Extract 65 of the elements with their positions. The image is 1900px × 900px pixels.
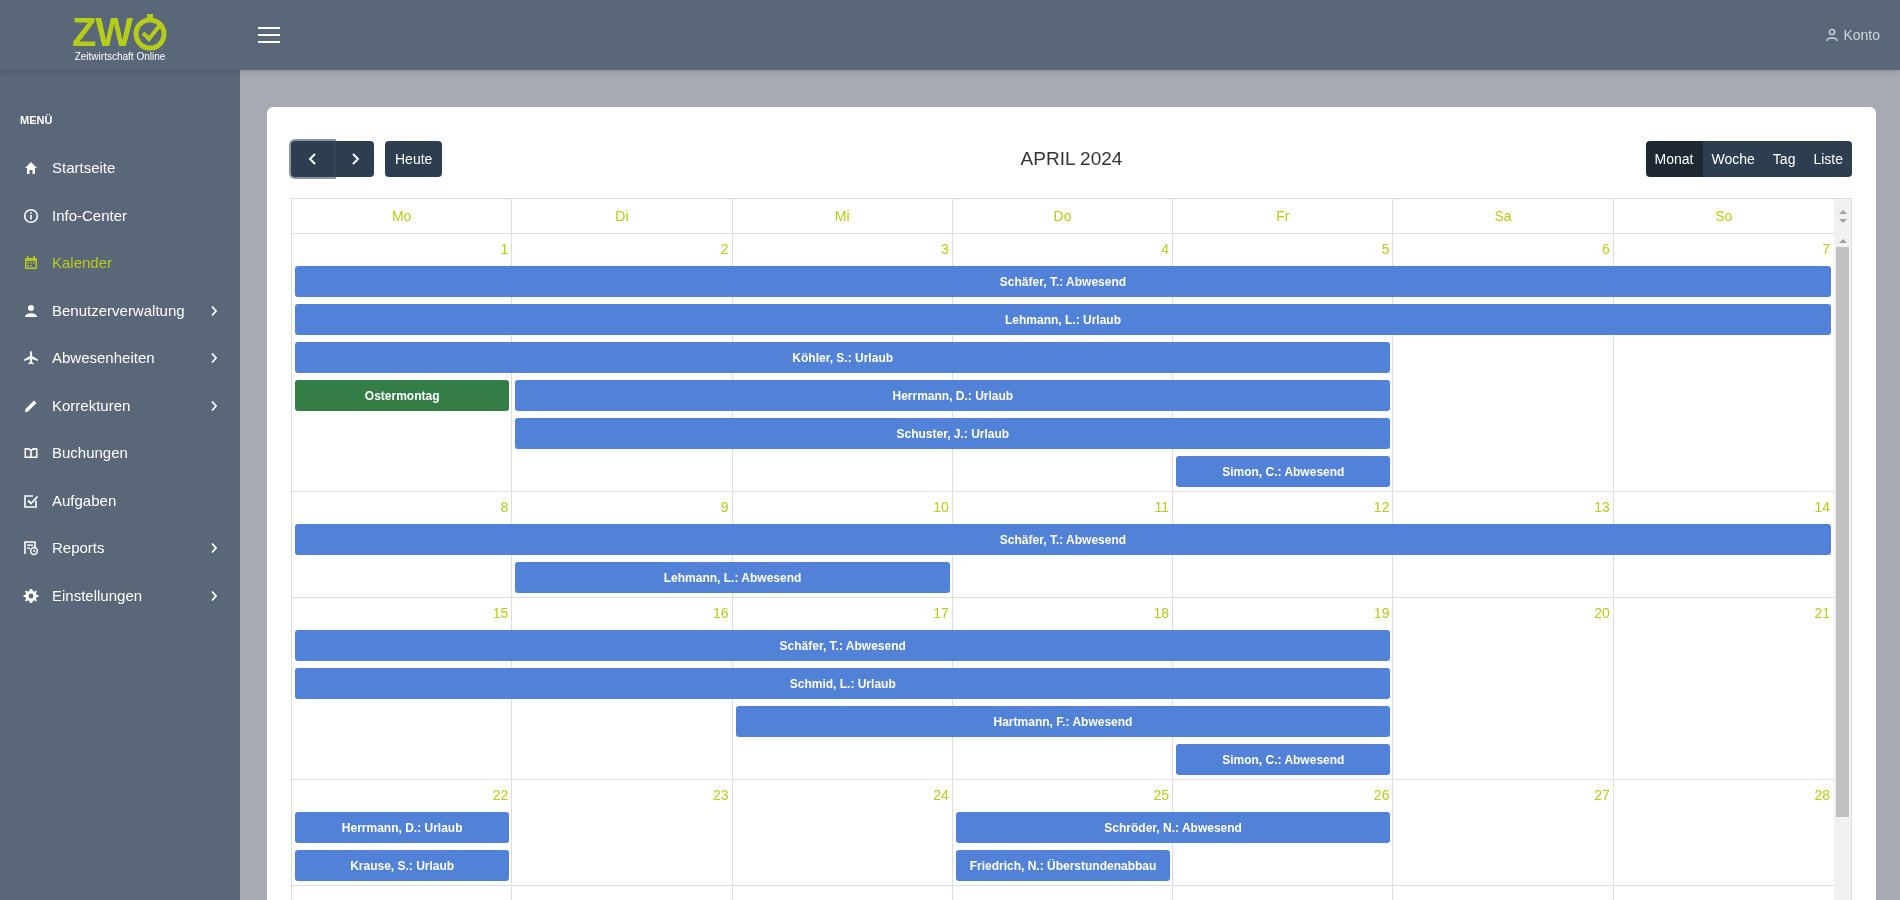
- sidebar-item[interactable]: Korrekturen: [0, 382, 240, 430]
- event-bar[interactable]: Hartmann, F.: Abwesend: [735, 706, 1391, 737]
- chevron-right-icon: [210, 352, 218, 365]
- sidebar-item[interactable]: Buchungen: [0, 429, 240, 477]
- sidebar-item[interactable]: Benutzerverwaltung: [0, 287, 240, 335]
- account-link[interactable]: Konto: [1843, 24, 1880, 46]
- calendar-icon: [23, 255, 39, 272]
- sidebar-item[interactable]: Reports: [0, 524, 240, 572]
- logo-subtitle: Zeitwirtschaft Online: [74, 52, 166, 62]
- event-bar[interactable]: Schäfer, T.: Abwesend: [295, 524, 1831, 555]
- info-icon: [23, 207, 39, 224]
- weekday-header: So: [1715, 206, 1733, 226]
- menu-icon[interactable]: [258, 27, 280, 43]
- clock-check-icon: [132, 13, 169, 51]
- scrollbar[interactable]: [1834, 199, 1851, 900]
- event-bar[interactable]: Schäfer, T.: Abwesend: [295, 630, 1391, 661]
- home-icon: [23, 160, 39, 177]
- weekday-header: Di: [615, 206, 629, 226]
- airplane-icon: [23, 350, 39, 367]
- weekday-header: Fr: [1276, 206, 1290, 226]
- user-icon: [23, 302, 39, 319]
- chevron-right-icon: [210, 399, 218, 412]
- weekday-header: Sa: [1494, 206, 1512, 226]
- logo-text: ZW: [71, 12, 133, 52]
- settings-icon: [23, 587, 39, 604]
- chevron-right-icon: [210, 542, 218, 555]
- view-tab[interactable]: Liste: [1804, 141, 1852, 177]
- menu-heading: MENÜ: [19, 113, 54, 128]
- event-bar[interactable]: Herrmann, D.: Urlaub: [295, 812, 510, 843]
- chevron-left-icon: [307, 152, 318, 166]
- chevron-right-icon: [210, 589, 218, 602]
- event-bar[interactable]: Köhler, S.: Urlaub: [295, 342, 1391, 373]
- chevron-right-icon: [210, 304, 218, 317]
- sidebar-item[interactable]: Abwesenheiten: [0, 334, 240, 382]
- view-tab[interactable]: Monat: [1645, 141, 1703, 177]
- weekday-header: Mo: [391, 206, 412, 226]
- event-bar[interactable]: Simon, C.: Abwesend: [1176, 744, 1391, 775]
- weekday-header: Do: [1053, 206, 1072, 226]
- chevron-right-icon: [349, 152, 360, 166]
- report-icon: [23, 540, 39, 557]
- previous-button[interactable]: [291, 141, 334, 177]
- event-bar[interactable]: Krause, S.: Urlaub: [295, 850, 510, 881]
- sidebar-item[interactable]: Info-Center: [0, 192, 240, 240]
- event-bar[interactable]: Ostermontag: [295, 380, 510, 411]
- month-title: APRIL 2024: [1020, 146, 1123, 171]
- sidebar-item[interactable]: Kalender: [0, 239, 240, 287]
- next-button[interactable]: [334, 141, 374, 177]
- event-bar[interactable]: Simon, C.: Abwesend: [1176, 456, 1391, 487]
- view-tab[interactable]: Tag: [1763, 141, 1805, 177]
- today-button[interactable]: Heute: [385, 141, 443, 177]
- event-bar[interactable]: Friedrich, N.: Überstundenabbau: [955, 850, 1171, 881]
- event-bar[interactable]: Herrmann, D.: Urlaub: [515, 380, 1391, 411]
- sidebar-item[interactable]: Aufgaben: [0, 477, 240, 525]
- weekday-header: Mi: [834, 206, 850, 226]
- checkbox-icon: [23, 492, 39, 509]
- event-bar[interactable]: Lehmann, L.: Abwesend: [515, 562, 950, 593]
- event-bar[interactable]: Lehmann, L.: Urlaub: [295, 304, 1831, 335]
- event-bar[interactable]: Schröder, N.: Abwesend: [955, 812, 1391, 843]
- sidebar-item[interactable]: Einstellungen: [0, 572, 240, 620]
- user-icon: [1825, 28, 1840, 42]
- event-bar[interactable]: Schmid, L.: Urlaub: [295, 668, 1391, 699]
- view-tab[interactable]: Woche: [1702, 141, 1764, 177]
- event-bar[interactable]: Schuster, J.: Urlaub: [515, 418, 1391, 449]
- sidebar-item[interactable]: Startseite: [0, 144, 240, 192]
- event-bar[interactable]: Schäfer, T.: Abwesend: [295, 266, 1831, 297]
